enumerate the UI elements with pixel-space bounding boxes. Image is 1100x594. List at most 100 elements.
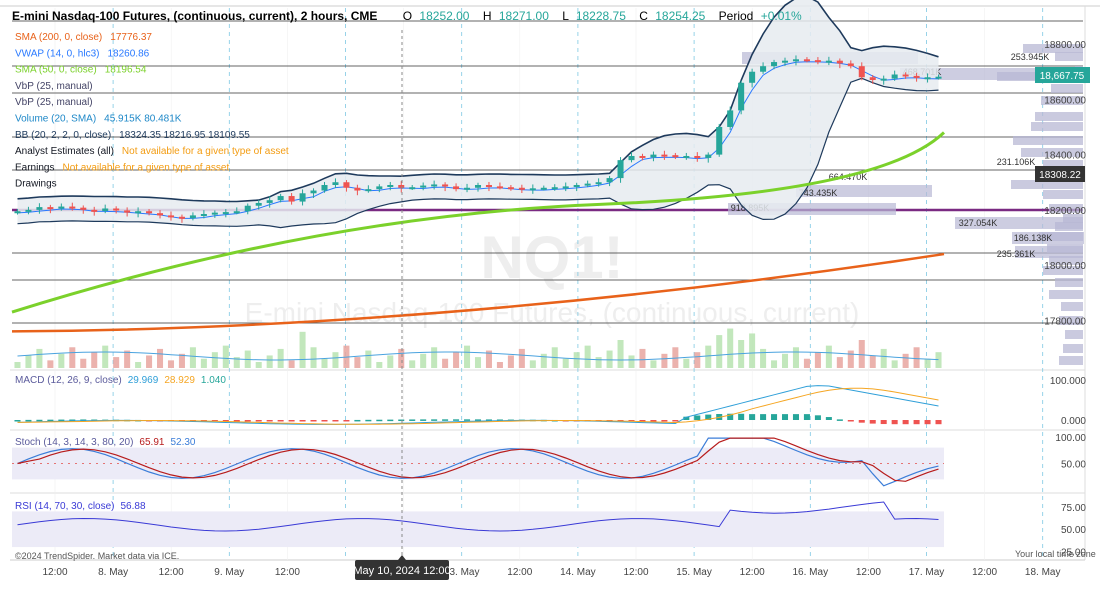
copyright: ©2024 TrendSpider. Market data via ICE. xyxy=(15,551,179,561)
price-tick-label: 18000.00 xyxy=(1044,261,1086,272)
macd-hist-bar xyxy=(803,414,810,420)
time-tick-label: 12:00 xyxy=(856,567,881,578)
macd-hist-bar xyxy=(924,420,931,425)
rsi-legend-part: 56.88 xyxy=(121,501,146,512)
macd-hist-bar xyxy=(310,420,317,422)
candle-body xyxy=(683,155,690,158)
candle-body xyxy=(825,60,832,63)
candle-body xyxy=(781,60,789,63)
candle-body xyxy=(869,77,876,81)
candle-body xyxy=(485,185,492,187)
stoch-legend-part: Stoch (14, 3, 14, 3, 80, 20) xyxy=(15,437,133,448)
last-price-value: 18,667.75 xyxy=(1040,71,1085,82)
volume-bar xyxy=(211,352,218,368)
low-value: 18228.75 xyxy=(576,9,626,23)
volume-bar xyxy=(58,353,65,368)
close-label: C xyxy=(639,9,648,23)
local-time-label[interactable]: Your local time zone xyxy=(1015,549,1096,559)
candle-body xyxy=(902,74,909,77)
macd-legend-part: 29.969 xyxy=(128,375,159,386)
volume-bar xyxy=(332,352,339,368)
candle-body xyxy=(277,196,284,201)
legend-item: Earnings Not available for a given type o… xyxy=(15,162,229,173)
time-tick-label: 14. May xyxy=(560,567,596,578)
volume-bar xyxy=(540,353,547,368)
svg-text:E-mini Nasdaq-100 Futures, (co: E-mini Nasdaq-100 Futures, (continuous, … xyxy=(12,9,802,23)
volume-bar xyxy=(398,348,405,368)
candle-body xyxy=(551,187,558,190)
candle-body xyxy=(135,211,142,214)
legend-item: SMA (50, 0, close) 18196.54 xyxy=(15,65,147,76)
legend-item-name[interactable]: VbP (25, manual) xyxy=(15,97,93,108)
candle-body xyxy=(716,126,723,155)
legend-item-name[interactable]: VbP (25, manual) xyxy=(15,81,93,92)
legend-item-name[interactable]: BB (20, 2, 2, 0, close) xyxy=(15,130,111,141)
price-tick-label: 18600.00 xyxy=(1044,95,1086,106)
candle-body xyxy=(332,182,339,185)
volume-bar xyxy=(47,360,54,368)
candle-body xyxy=(266,200,273,203)
volume-bar xyxy=(387,355,394,368)
macd-hist-bar xyxy=(869,420,876,424)
candle-body xyxy=(47,207,54,210)
time-tick-label: 15. May xyxy=(676,567,712,578)
volume-bar xyxy=(617,340,624,368)
volume-bar xyxy=(376,362,383,368)
legend-item-name[interactable]: Analyst Estimates (all) xyxy=(15,146,114,157)
macd-hist-bar xyxy=(749,414,756,420)
volume-bar xyxy=(803,358,810,368)
candle-body xyxy=(14,211,21,214)
vbp-bar xyxy=(1065,330,1083,339)
candle-body xyxy=(584,183,591,186)
candle-body xyxy=(244,205,251,212)
period-value: +0.01% xyxy=(761,9,802,23)
vbp-bar xyxy=(1031,122,1083,131)
candle-body xyxy=(464,187,471,190)
volume-bar xyxy=(409,360,416,368)
legend-item-values: 17776.37 xyxy=(110,32,152,43)
trading-chart[interactable]: NQ1! E-mini Nasdaq-100 Futures, (continu… xyxy=(0,0,1100,594)
macd-hist-bar xyxy=(771,414,778,420)
candle-body xyxy=(453,186,460,190)
volume-bar xyxy=(69,347,76,368)
macd-hist-bar xyxy=(891,420,898,425)
macd-hist-bar xyxy=(354,419,361,422)
candle-body xyxy=(672,155,679,158)
candle-body xyxy=(354,187,361,191)
macd-hist-bar xyxy=(781,414,789,420)
stoch-legend-part: 65.91 xyxy=(139,437,164,448)
legend-item-name[interactable]: Drawings xyxy=(15,179,57,190)
watermark-symbol: NQ1! xyxy=(480,224,623,291)
legend-item-name[interactable]: SMA (50, 0, close) xyxy=(15,65,97,76)
candle-body xyxy=(661,154,668,157)
candle-body xyxy=(595,182,602,185)
macd-hist-bar xyxy=(847,420,854,422)
candle-body xyxy=(69,206,76,209)
candle-body xyxy=(409,187,416,190)
volume-bar xyxy=(354,357,361,368)
candle-body xyxy=(146,211,153,214)
time-tick-label: 12:00 xyxy=(972,567,997,578)
candle-body xyxy=(376,186,383,190)
macd-hist-bar xyxy=(902,420,909,425)
candle-body xyxy=(705,154,712,158)
period-label: Period xyxy=(719,9,754,23)
legend-item-name[interactable]: Volume (20, SMA) xyxy=(15,114,96,125)
volume-bar xyxy=(836,357,843,368)
candle-body xyxy=(507,187,514,190)
time-tick-label: 9. May xyxy=(214,567,244,578)
vbp-bar xyxy=(1043,190,1083,199)
candle-body xyxy=(157,213,164,216)
time-tick-label: 12:00 xyxy=(275,567,300,578)
volume-bar xyxy=(573,352,580,368)
vbp-label: 231.106K xyxy=(997,157,1036,167)
legend-item-name[interactable]: SMA (200, 0, close) xyxy=(15,32,102,43)
macd-tick-label: 100.000 xyxy=(1050,376,1087,387)
vbp-bar xyxy=(1055,278,1083,287)
open-label: O xyxy=(403,9,412,23)
legend-item: BB (20, 2, 2, 0, close) 18324.35 18216.95… xyxy=(15,130,250,141)
vbp-label: 235.361K xyxy=(997,249,1036,259)
legend-item-name[interactable]: VWAP (14, 0, hlc3) xyxy=(15,48,99,59)
legend-item-name[interactable]: Earnings xyxy=(15,162,54,173)
candle-body xyxy=(442,184,449,187)
